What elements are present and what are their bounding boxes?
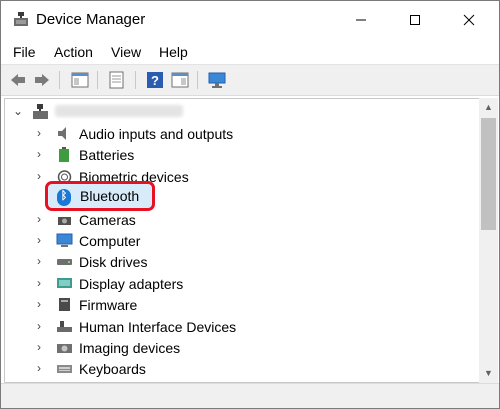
close-button[interactable] (446, 1, 492, 39)
menu-bar: File Action View Help (1, 39, 499, 64)
tree-item-label: Firmware (79, 297, 138, 314)
tree-item-display-adapters[interactable]: › Display adapters (5, 273, 480, 294)
computer-root-icon (33, 104, 48, 119)
title-bar: Device Manager (1, 1, 499, 39)
window-title: Device Manager (36, 11, 146, 28)
toolbar-separator (135, 71, 136, 89)
disk-icon (57, 259, 72, 266)
menu-action[interactable]: Action (54, 44, 93, 60)
forward-icon[interactable] (33, 71, 51, 89)
tree-item-disk-drives[interactable]: › Disk drives (5, 251, 480, 272)
keyboard-icon (57, 365, 72, 374)
device-manager-icon (14, 12, 28, 26)
toolbar-separator (197, 71, 198, 89)
tree-item-label: Imaging devices (79, 340, 181, 356)
expand-chevron-icon[interactable]: › (37, 147, 41, 161)
maximize-icon (410, 15, 420, 25)
expand-chevron-icon[interactable]: › (37, 126, 41, 140)
bluetooth-label: Bluetooth (80, 188, 140, 204)
tree-item-label: Computer (79, 233, 141, 249)
update-driver-icon[interactable] (108, 71, 126, 89)
tree-item-human-interface-devices[interactable]: › Human Interface Devices (5, 316, 480, 337)
tree-item-batteries[interactable]: › Batteries (5, 144, 480, 165)
expand-chevron-icon[interactable]: › (37, 233, 41, 247)
tree-item-keyboards[interactable]: › Keyboards (5, 358, 480, 379)
tree-item-audio-inputs-and-outputs[interactable]: › Audio inputs and outputs (5, 123, 480, 144)
tree-item-label: Keyboards (79, 361, 146, 378)
tree-item-label: Batteries (79, 147, 135, 164)
svg-text:?: ? (151, 73, 159, 88)
expand-chevron-icon[interactable]: › (37, 319, 41, 333)
help-icon[interactable]: ? (146, 71, 164, 89)
toolbar-separator (97, 71, 98, 89)
device-manager-window: Device Manager File Action View Help ? ⌄… (0, 0, 500, 409)
expand-chevron-icon[interactable]: › (37, 276, 41, 290)
bluetooth-icon: ᛒ (57, 189, 71, 206)
tree-item-imaging-devices[interactable]: › Imaging devices (5, 337, 480, 358)
scan-hardware-icon[interactable] (208, 71, 226, 89)
toolbar: ? (1, 64, 499, 96)
firmware-icon (59, 298, 70, 312)
device-tree: ⌄ › Audio inputs and outputs › Batteries › Bi… (4, 98, 481, 383)
collapse-chevron-icon[interactable]: ⌄ (13, 104, 23, 118)
computer-icon (56, 233, 73, 247)
battery-icon (59, 147, 69, 163)
scroll-up-icon[interactable]: ▲ (479, 98, 498, 116)
speaker-icon (58, 127, 66, 140)
tree-item-label: Disk drives (79, 254, 148, 271)
toolbar-separator (59, 71, 60, 89)
tree-item-label: Cameras (79, 211, 136, 228)
tree-root[interactable]: ⌄ (5, 101, 480, 122)
tree-item-label: Audio inputs and outputs (79, 126, 234, 142)
imaging-icon (57, 344, 72, 353)
tree-item-computer[interactable]: › Computer (5, 230, 480, 251)
bluetooth-highlight[interactable]: ᛒ Bluetooth (45, 181, 155, 211)
display-adapter-icon (57, 277, 72, 288)
console-tree-icon[interactable] (171, 71, 189, 89)
tree-item-firmware[interactable]: › Firmware (5, 294, 480, 315)
close-icon (463, 14, 475, 26)
menu-help[interactable]: Help (159, 44, 188, 60)
expand-chevron-icon[interactable]: › (37, 169, 41, 183)
expand-chevron-icon[interactable]: › (37, 297, 41, 311)
hid-icon (57, 320, 72, 332)
menu-view[interactable]: View (111, 44, 141, 60)
scroll-down-icon[interactable]: ▼ (479, 364, 498, 382)
tree-item-label: Human Interface Devices (79, 318, 237, 335)
properties-icon[interactable] (71, 71, 89, 89)
tree-item-cameras[interactable]: › Cameras (5, 209, 480, 230)
expand-chevron-icon[interactable]: › (37, 361, 41, 375)
maximize-button[interactable] (392, 1, 438, 39)
scroll-thumb[interactable] (481, 118, 496, 230)
back-icon[interactable] (9, 71, 27, 89)
tree-item-label: Display adapters (79, 275, 184, 292)
menu-file[interactable]: File (13, 44, 36, 60)
vertical-scrollbar[interactable]: ▲ ▼ (479, 98, 498, 383)
status-bar (1, 383, 499, 408)
minimize-button[interactable] (338, 1, 384, 39)
minimize-icon (356, 19, 366, 21)
expand-chevron-icon[interactable]: › (37, 212, 41, 226)
camera-icon (58, 216, 71, 225)
expand-chevron-icon[interactable]: › (37, 254, 41, 268)
root-name-redacted (55, 105, 183, 117)
expand-chevron-icon[interactable]: › (37, 340, 41, 354)
